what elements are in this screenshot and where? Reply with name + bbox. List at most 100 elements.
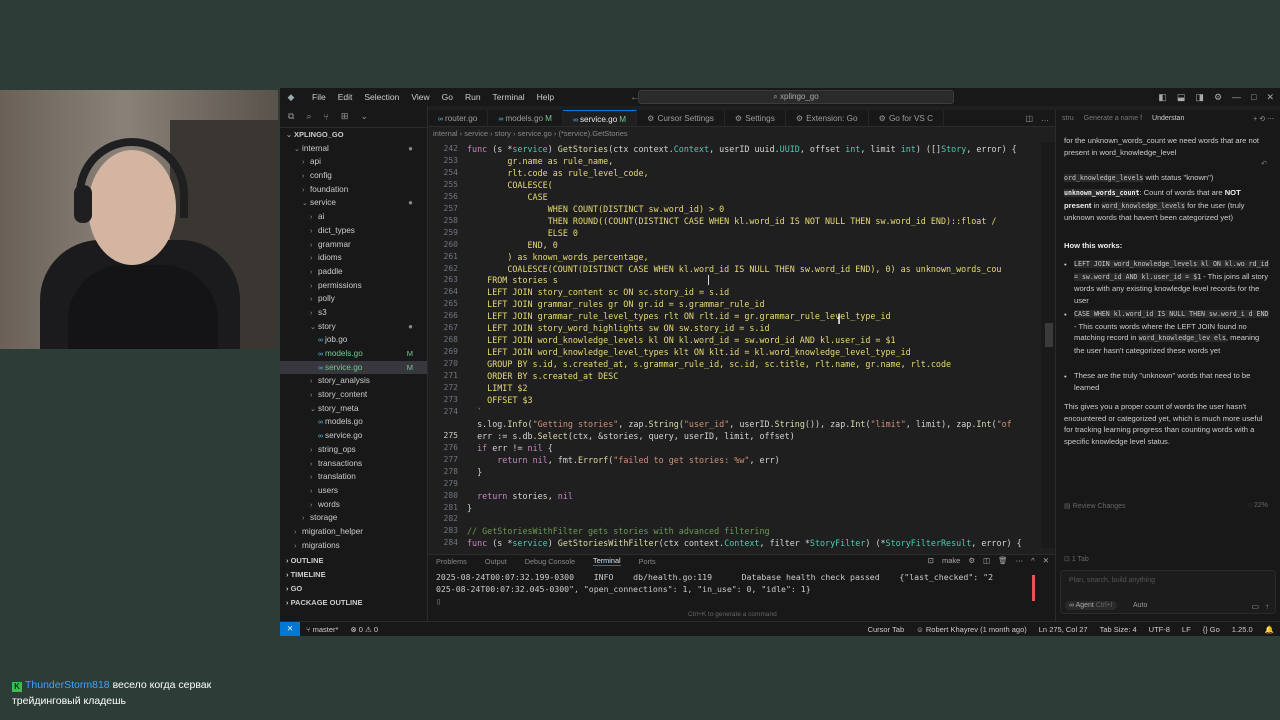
file-tree-folder[interactable]: › polly	[280, 292, 427, 306]
minimap[interactable]	[1041, 142, 1055, 548]
file-tree-folder[interactable]: › migrations	[280, 539, 427, 553]
end-of-line[interactable]: LF	[1176, 625, 1197, 634]
file-tree-folder[interactable]: › transactions	[280, 457, 427, 471]
search-icon[interactable]: ⌕	[306, 111, 311, 122]
file-tree-folder[interactable]: › config	[280, 169, 427, 183]
file-tree-folder[interactable]: › ai	[280, 210, 427, 224]
open-tabs-count[interactable]: ⊡ 1 Tab	[1064, 555, 1089, 563]
editor-tab[interactable]: ⚙ Cursor Settings	[637, 110, 725, 126]
notifications-bell-icon[interactable]: 🔔	[1259, 625, 1280, 634]
breadcrumb[interactable]: internal › service › story › service.go …	[433, 129, 628, 138]
chevron-down-icon[interactable]: ⌄	[360, 111, 368, 122]
file-tree-folder[interactable]: ⌄ story ●	[280, 320, 427, 334]
agent-mode-selector[interactable]: ∞ Agent Ctrl+I	[1065, 601, 1117, 610]
sidebar-section-header[interactable]: › OUTLINE	[280, 554, 427, 568]
more-actions-icon[interactable]: …	[1041, 114, 1049, 123]
terminal-scrollbar[interactable]	[1032, 575, 1035, 601]
menu-item[interactable]: Help	[531, 88, 560, 106]
file-tree-folder[interactable]: › story_content	[280, 388, 427, 402]
minimap-slider[interactable]	[1045, 323, 1053, 347]
tab-size[interactable]: Tab Size: 4	[1094, 625, 1143, 634]
panel-tab[interactable]: Problems	[436, 557, 467, 566]
file-tree-folder[interactable]: › dict_types	[280, 224, 427, 238]
editor-tab[interactable]: ⚙ Settings	[725, 110, 786, 126]
editor-tab[interactable]: ⚙ Extension: Go	[786, 110, 869, 126]
panel-tab[interactable]: Output	[485, 557, 507, 566]
terminal-prompt[interactable]: ▯	[436, 596, 441, 606]
file-tree-folder[interactable]: ⌄ service ●	[280, 196, 427, 210]
toggle-secondary-sidebar-icon[interactable]: ◨	[1195, 88, 1204, 106]
new-terminal-icon[interactable]: ⚙	[968, 556, 975, 565]
file-tree-file[interactable]: ∞ job.go	[280, 333, 427, 347]
file-tree-folder[interactable]: › story_analysis	[280, 374, 427, 388]
encoding[interactable]: UTF-8	[1143, 625, 1176, 634]
file-tree-folder[interactable]: › storage	[280, 511, 427, 525]
terminal-task-name[interactable]: make	[942, 556, 960, 565]
sidebar-section-header[interactable]: › GO	[280, 582, 427, 596]
menu-item[interactable]: Go	[436, 88, 459, 106]
close-panel-icon[interactable]: ✕	[1043, 556, 1049, 565]
chat-tab-active[interactable]: Understan	[1152, 115, 1184, 122]
maximize-panel-icon[interactable]: ^	[1031, 556, 1035, 565]
image-icon[interactable]: ▭	[1251, 602, 1259, 611]
file-tree-folder[interactable]: ⌄ internal ●	[280, 142, 427, 156]
git-blame[interactable]: ☺ Robert Khayrev (1 month ago)	[910, 625, 1033, 634]
maximize-icon[interactable]: □	[1251, 88, 1256, 106]
settings-gear-icon[interactable]: ⚙	[1214, 88, 1222, 106]
send-icon[interactable]: ↑	[1265, 602, 1269, 611]
file-tree-folder[interactable]: › idioms	[280, 251, 427, 265]
close-icon[interactable]: ✕	[1266, 88, 1274, 106]
menu-item[interactable]: File	[306, 88, 332, 106]
file-tree-folder[interactable]: ⌄ story_meta	[280, 402, 427, 416]
language-mode[interactable]: {} Go	[1197, 625, 1226, 634]
menu-item[interactable]: View	[405, 88, 435, 106]
file-tree-folder[interactable]: › words	[280, 498, 427, 512]
file-tree-folder[interactable]: › s3	[280, 306, 427, 320]
remote-indicator-icon[interactable]: ⨯	[280, 621, 300, 636]
explorer-files-icon[interactable]: ⧉	[288, 111, 294, 122]
chat-tab[interactable]: stru	[1062, 115, 1074, 122]
file-tree-folder[interactable]: › users	[280, 484, 427, 498]
panel-tab[interactable]: Ports	[639, 557, 656, 566]
chat-input[interactable]: Plan, search, build anything ∞ Agent Ctr…	[1060, 570, 1276, 614]
file-tree-folder[interactable]: › paddle	[280, 265, 427, 279]
menu-item[interactable]: Run	[459, 88, 487, 106]
file-tree-folder[interactable]: › api	[280, 155, 427, 169]
file-tree-folder[interactable]: › migration_helper	[280, 525, 427, 539]
editor-tab-active[interactable]: ∞ service.go M	[562, 110, 638, 126]
file-tree-folder[interactable]: › string_ops	[280, 443, 427, 457]
menu-item[interactable]: Terminal	[487, 88, 531, 106]
source-control-icon[interactable]: ⑂	[323, 112, 328, 122]
explorer-root-folder[interactable]: ⌄ XPLINGO_GO	[280, 128, 427, 142]
panel-tab[interactable]: Terminal	[593, 556, 621, 566]
toggle-panel-icon[interactable]: ⬓	[1177, 88, 1186, 106]
undo-icon[interactable]: ↶	[1261, 158, 1271, 170]
go-version[interactable]: 1.25.0	[1226, 625, 1259, 634]
cursor-tab-status[interactable]: Cursor Tab	[862, 625, 911, 634]
split-terminal-icon[interactable]: ◫	[983, 556, 990, 565]
file-tree-folder[interactable]: › foundation	[280, 183, 427, 197]
file-tree-folder[interactable]: › translation	[280, 470, 427, 484]
command-center-search[interactable]: ⌕ xplingo_go	[638, 90, 954, 104]
toggle-sidebar-icon[interactable]: ◧	[1158, 88, 1167, 106]
sidebar-section-header[interactable]: › TIMELINE	[280, 568, 427, 582]
extensions-icon[interactable]: ⊞	[341, 111, 349, 122]
file-tree-folder[interactable]: › grammar	[280, 238, 427, 252]
code-editor[interactable]: 242 func (s *service) GetStories(ctx cont…	[428, 142, 1055, 548]
problems-indicator[interactable]: ⊗ 0 ⚠ 0	[344, 625, 384, 634]
minimize-icon[interactable]: —	[1232, 88, 1241, 106]
file-tree-file[interactable]: ∞ models.go M	[280, 347, 427, 361]
menu-item[interactable]: Selection	[358, 88, 405, 106]
trash-icon[interactable]: 🗑	[998, 556, 1008, 565]
split-editor-icon[interactable]: ◫	[1025, 114, 1033, 123]
chat-tab[interactable]: Generate a name f	[1084, 115, 1142, 122]
sidebar-section-header[interactable]: › PACKAGE OUTLINE	[280, 596, 427, 610]
more-icon[interactable]: ⋯	[1016, 556, 1024, 565]
panel-tab[interactable]: Debug Console	[525, 557, 575, 566]
chat-menu-icons[interactable]: + ⟲ ⋯	[1253, 115, 1280, 123]
file-tree-folder[interactable]: › permissions	[280, 279, 427, 293]
file-tree-file[interactable]: ∞ service.go	[280, 429, 427, 443]
git-branch[interactable]: ⑂ master*	[300, 625, 344, 634]
editor-tab[interactable]: ∞ models.go M	[488, 110, 563, 126]
editor-tab[interactable]: ⚙ Go for VS C	[869, 110, 945, 126]
